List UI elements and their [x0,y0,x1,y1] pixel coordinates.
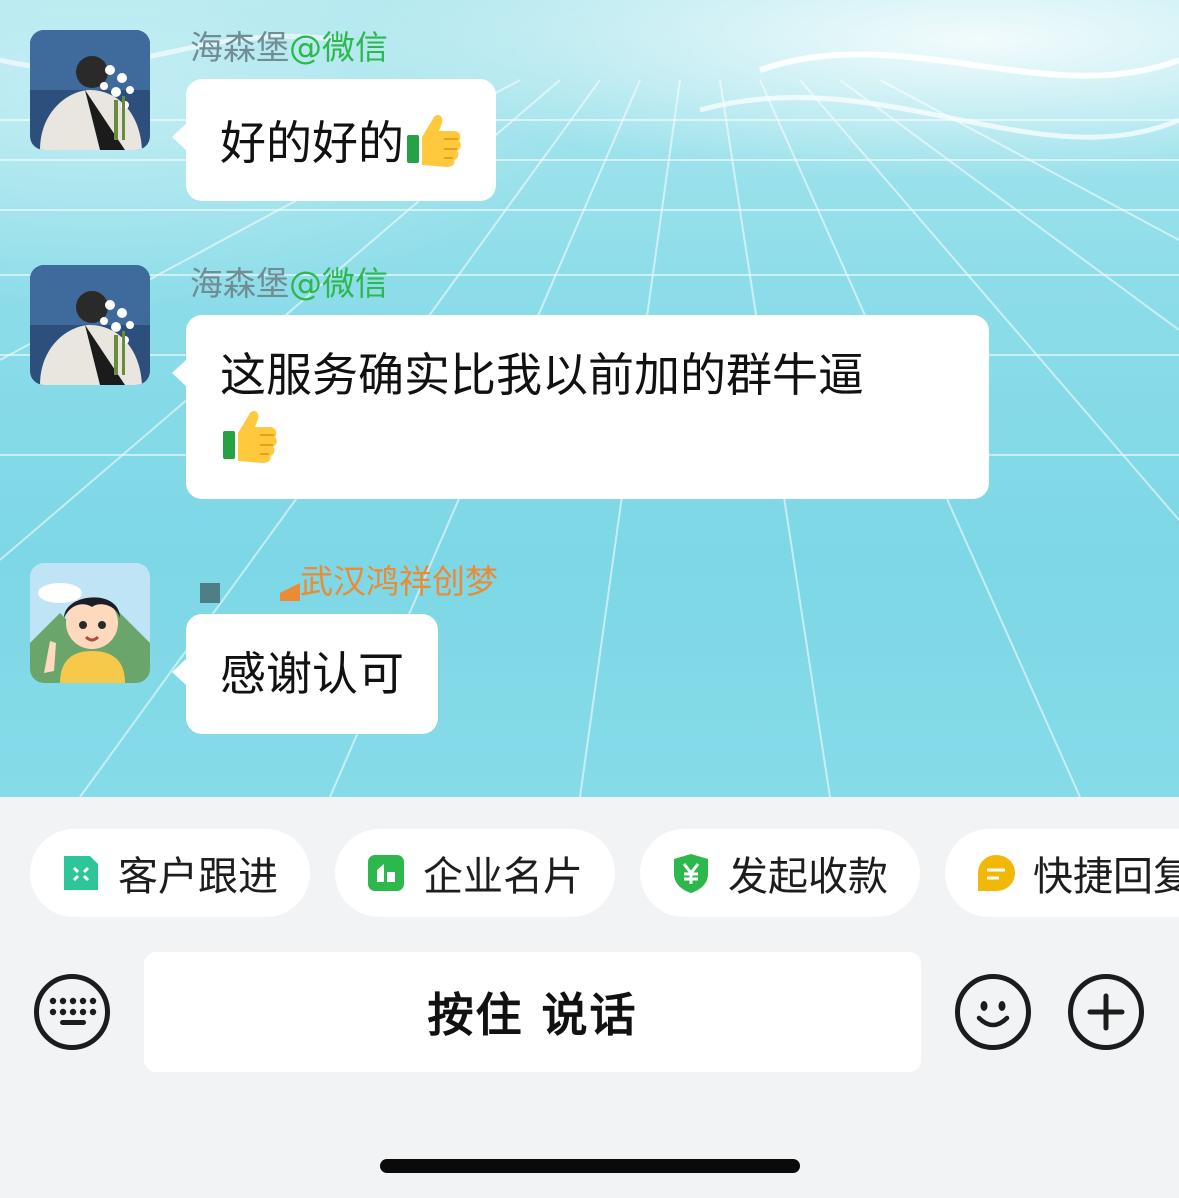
message-bubble[interactable]: 好的好的 [172,79,496,201]
sender-source-suffix: @微信 [289,28,388,67]
sender-badge-icon [200,583,220,603]
avatar[interactable] [30,265,150,385]
message-text: 好的好的 [220,116,404,170]
quick-reply-icon [978,855,1015,891]
smiley-icon [976,1001,1010,1028]
message-text: 这服务确实比我以前加的群牛逼 [220,348,864,402]
message-bubble[interactable]: 感谢认可 [172,614,438,734]
chip-label: 客户跟进 [118,854,278,900]
customer-followup-button[interactable]: 客户跟进 [30,829,310,917]
sender-name-text: 海森堡 [190,264,289,303]
sender-name-text: 海森堡 [190,28,289,67]
chip-label: 企业名片 [423,854,583,900]
message-text: 感谢认可 [220,647,404,701]
input-bar: 按住 说话 [0,952,1179,1072]
chip-label: 快捷回复 [1033,854,1179,900]
business-card-icon [368,855,404,891]
chat-message-area[interactable]: 海森堡@微信 好的好的 海森堡@微信 这服务确实比我以前加的群牛逼 武汉鸿祥创梦… [0,0,1179,797]
thumbs-up-icon [223,411,277,463]
sender-name: 武汉鸿祥创梦 [300,562,498,601]
chip-label: 发起收款 [728,854,888,900]
thumbs-up-icon [407,115,461,167]
home-indicator[interactable] [380,1159,800,1173]
keyboard-icon [49,997,97,1025]
sender-source-suffix: @微信 [289,264,388,303]
emoji-button[interactable] [955,974,1031,1050]
business-card-button[interactable]: 企业名片 [335,829,615,917]
payment-button[interactable]: 发起收款 [640,829,920,917]
customer-followup-icon [64,856,98,890]
hold-to-talk-button[interactable]: 按住 说话 [144,952,921,1072]
keyboard-toggle-button[interactable] [34,974,110,1050]
sender-name: 海森堡@微信 [190,264,388,304]
more-functions-button[interactable] [1068,974,1144,1050]
sender-name: 海森堡@微信 [190,28,388,68]
plus-icon [1087,993,1125,1031]
quick-reply-button[interactable]: 快捷回复 [945,829,1179,917]
payment-shield-icon [674,854,708,893]
quick-action-bar: 客户跟进 企业名片 发起收款 快捷回复 [0,829,1179,919]
avatar[interactable] [30,30,150,150]
avatar[interactable] [30,563,150,683]
message-bubble[interactable]: 这服务确实比我以前加的群牛逼 [172,315,989,499]
sender-badge-icon [280,583,300,601]
